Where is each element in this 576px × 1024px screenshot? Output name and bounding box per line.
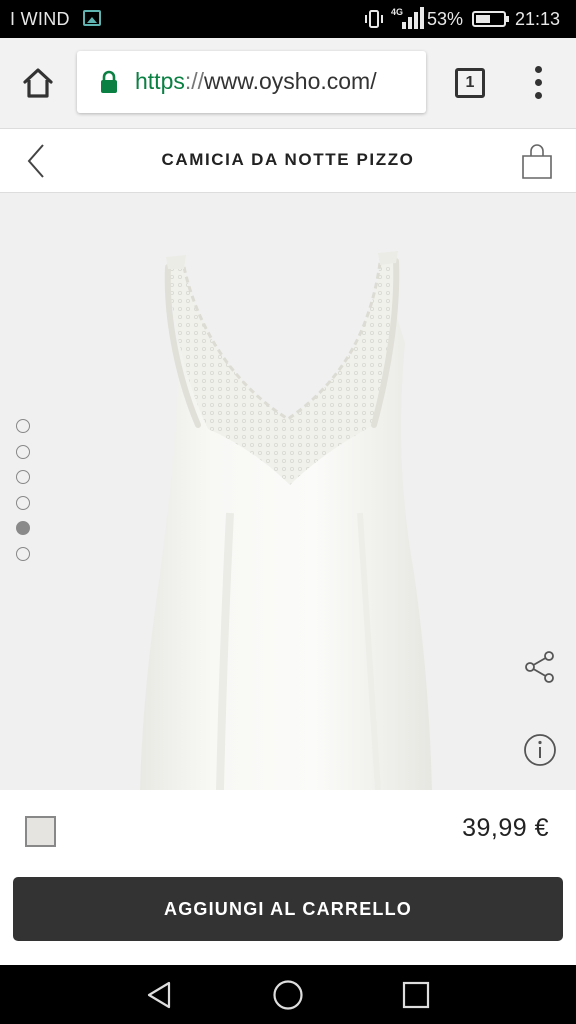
image-dot[interactable]: [16, 444, 30, 459]
url-host: www.oysho.com/: [204, 68, 377, 94]
battery-icon: [472, 11, 509, 27]
back-triangle-icon[interactable]: [143, 978, 177, 1012]
url-text: https://www.oysho.com/: [135, 68, 377, 95]
status-bar: I WIND 4G 53% 21:13: [0, 0, 576, 38]
carrier-name: I WIND: [10, 9, 70, 29]
system-nav-bar: [0, 965, 576, 1024]
home-circle-icon[interactable]: [271, 978, 305, 1012]
add-to-cart-button[interactable]: AGGIUNGI AL CARRELLO: [13, 877, 563, 941]
address-bar[interactable]: https://www.oysho.com/: [77, 51, 426, 113]
product-header: CAMICIA DA NOTTE PIZZO: [0, 128, 576, 193]
url-scheme: https: [135, 68, 185, 94]
image-pagination: [16, 419, 30, 572]
page-title: CAMICIA DA NOTTE PIZZO: [161, 150, 415, 169]
gallery-notification-icon: [83, 10, 101, 26]
product-price: 39,99 €: [462, 814, 549, 842]
image-dot[interactable]: [16, 495, 30, 510]
image-dot-active[interactable]: [16, 521, 30, 535]
image-dot[interactable]: [16, 546, 30, 561]
overflow-menu-icon[interactable]: [528, 66, 550, 100]
image-dot[interactable]: [16, 419, 30, 433]
vibrate-icon: [365, 10, 383, 28]
info-icon[interactable]: [522, 732, 558, 768]
color-swatch[interactable]: [25, 816, 56, 847]
nightgown-photo: [140, 251, 432, 790]
signal-icon: 4G: [391, 7, 424, 29]
shopping-bag-icon[interactable]: [518, 141, 556, 181]
share-icon[interactable]: [522, 649, 558, 685]
lock-icon: [101, 70, 117, 93]
network-type-label: 4G: [391, 7, 403, 17]
browser-toolbar: https://www.oysho.com/ 1: [0, 38, 576, 128]
recents-square-icon[interactable]: [399, 978, 433, 1012]
home-icon[interactable]: [18, 63, 58, 103]
clock: 21:13: [515, 9, 561, 29]
battery-percent: 53%: [427, 9, 464, 29]
image-dot[interactable]: [16, 470, 30, 484]
url-separator: ://: [184, 68, 205, 94]
tabs-button[interactable]: 1: [455, 68, 485, 98]
product-image[interactable]: [0, 193, 576, 790]
price-row: 39,99 €: [0, 790, 576, 876]
battery-level-fill: [476, 15, 490, 23]
